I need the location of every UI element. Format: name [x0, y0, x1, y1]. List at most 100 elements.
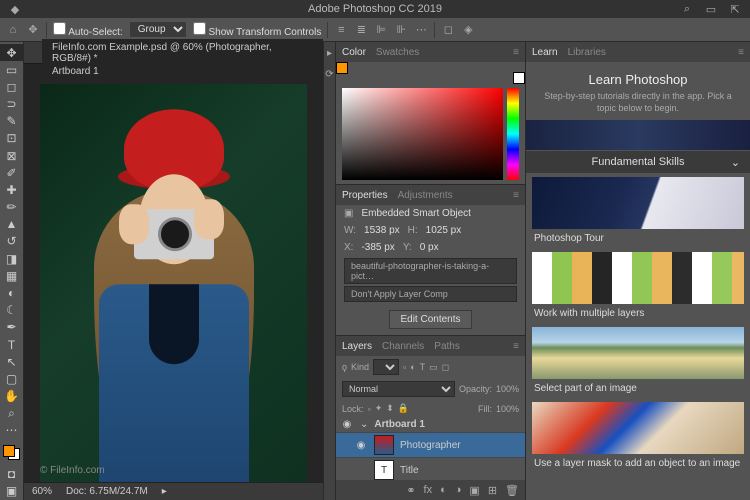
doc-size[interactable]: Doc: 6.75M/24.7M [66, 486, 148, 497]
workspace-icon[interactable]: ▭ [704, 2, 718, 16]
group-icon[interactable]: ▣ [469, 484, 479, 497]
align-icon[interactable]: ≡ [334, 23, 348, 37]
prop-height[interactable]: 1025 px [426, 225, 462, 236]
align-icon[interactable]: ⊫ [374, 23, 388, 37]
adjustment-icon[interactable]: ◑ [455, 484, 462, 496]
tutorial-card[interactable]: Photoshop Tour [532, 177, 744, 248]
filter-icon[interactable]: ◐ [410, 362, 415, 372]
share-icon[interactable]: ⇱ [728, 2, 742, 16]
search-icon[interactable]: ⌕ [680, 2, 694, 16]
frame-tool[interactable]: ⊠ [0, 147, 23, 164]
layer-filter[interactable] [373, 359, 399, 375]
gradient-tool[interactable]: ▦ [0, 267, 23, 284]
filter-icon[interactable]: ▭ [429, 362, 438, 373]
quick-mask[interactable]: ◘ [0, 466, 23, 483]
fill-value[interactable]: 100% [496, 404, 519, 414]
edit-toolbar[interactable]: ⋯ [0, 422, 23, 439]
tutorial-card[interactable]: Select part of an image [532, 327, 744, 398]
prop-y[interactable]: 0 px [420, 242, 439, 253]
crop-tool[interactable]: ⊡ [0, 130, 23, 147]
tab-layers[interactable]: Layers [342, 341, 372, 352]
path-tool[interactable]: ↖ [0, 353, 23, 370]
layer-artboard[interactable]: ◉⌄Artboard 1 [336, 417, 525, 433]
tab-adjustments[interactable]: Adjustments [398, 190, 453, 201]
quick-select-tool[interactable]: ✎ [0, 113, 23, 130]
opacity-value[interactable]: 100% [496, 384, 519, 394]
canvas[interactable]: Artboard 1 © FileInfo.com [24, 64, 323, 482]
panel-menu-icon[interactable]: ≡ [738, 47, 744, 58]
lock-icon[interactable]: 🔒 [398, 403, 409, 414]
3d-icon[interactable]: ◈ [461, 23, 475, 37]
home-icon[interactable]: ⌂ [6, 23, 20, 37]
eyedropper-tool[interactable]: ✐ [0, 164, 23, 181]
eraser-tool[interactable]: ◨ [0, 250, 23, 267]
learn-section[interactable]: Fundamental Skills⌄ [526, 151, 750, 173]
panel-menu-icon[interactable]: ≡ [513, 47, 519, 58]
artboard-label[interactable]: Artboard 1 [52, 66, 99, 77]
fx-icon[interactable]: fx [424, 484, 433, 496]
history-icon[interactable]: ⟳ [325, 69, 333, 80]
history-brush-tool[interactable]: ↺ [0, 233, 23, 250]
pen-tool[interactable]: ✒ [0, 319, 23, 336]
artboard[interactable] [40, 84, 307, 482]
lock-icon[interactable]: ✦ [375, 403, 383, 414]
heal-tool[interactable]: ✚ [0, 181, 23, 198]
filter-icon[interactable]: ▫ [403, 362, 406, 372]
auto-select-checkbox[interactable]: Auto-Select: [53, 22, 123, 38]
filter-icon[interactable]: ◻ [442, 362, 449, 373]
lock-icon[interactable]: ⬍ [386, 403, 394, 414]
panel-menu-icon[interactable]: ≡ [513, 190, 519, 201]
distribute-icon[interactable]: ⊪ [394, 23, 408, 37]
tab-color[interactable]: Color [342, 47, 366, 58]
lock-icon[interactable]: ▫ [368, 404, 371, 414]
color-swatches[interactable] [3, 445, 20, 460]
edit-contents-button[interactable]: Edit Contents [389, 310, 471, 329]
new-layer-icon[interactable]: ⊞ [488, 484, 497, 497]
align-icon[interactable]: ≣ [354, 23, 368, 37]
prop-x[interactable]: -385 px [361, 242, 394, 253]
mask-icon[interactable]: ◐ [440, 484, 447, 496]
auto-select-dropdown[interactable]: Group [129, 21, 187, 38]
filter-icon[interactable]: T [420, 362, 426, 372]
status-chevron[interactable]: ▸ [162, 486, 167, 497]
show-transform-checkbox[interactable]: Show Transform Controls [193, 22, 322, 38]
dodge-tool[interactable]: ☾ [0, 302, 23, 319]
blur-tool[interactable]: ◐ [0, 284, 23, 301]
move-tool[interactable]: ✥ [0, 44, 23, 61]
prop-width[interactable]: 1538 px [364, 225, 400, 236]
screen-mode[interactable]: ▣ [0, 483, 23, 500]
distribute-icon[interactable]: ⋯ [414, 23, 428, 37]
stamp-tool[interactable]: ▲ [0, 216, 23, 233]
learn-heading: Learn Photoshop [536, 72, 740, 87]
tab-libraries[interactable]: Libraries [568, 47, 606, 58]
brush-tool[interactable]: ✏ [0, 199, 23, 216]
tab-paths[interactable]: Paths [434, 341, 460, 352]
artboard-tool[interactable]: ▭ [0, 61, 23, 78]
color-picker[interactable] [336, 84, 525, 184]
tab-channels[interactable]: Channels [382, 341, 424, 352]
document-tab[interactable]: FileInfo.com Example.psd @ 60% (Photogra… [42, 39, 323, 67]
tab-learn[interactable]: Learn [532, 47, 558, 58]
marquee-tool[interactable]: ◻ [0, 78, 23, 95]
tab-swatches[interactable]: Swatches [376, 47, 419, 58]
hand-tool[interactable]: ✋ [0, 387, 23, 404]
panel-menu-icon[interactable]: ≡ [513, 341, 519, 352]
tab-properties[interactable]: Properties [342, 190, 388, 201]
tutorial-card[interactable]: Work with multiple layers [532, 252, 744, 323]
layer-comp-select[interactable]: Don't Apply Layer Comp [344, 286, 517, 302]
blend-mode[interactable]: Normal [342, 381, 455, 397]
layer-item[interactable]: ◉Photographer [336, 433, 525, 458]
visibility-icon[interactable]: ◉ [340, 419, 354, 430]
visibility-icon[interactable]: ◉ [354, 440, 368, 451]
zoom-level[interactable]: 60% [32, 486, 52, 497]
shape-tool[interactable]: ▢ [0, 370, 23, 387]
layer-item[interactable]: TTitle [336, 458, 525, 480]
lasso-tool[interactable]: ⊃ [0, 96, 23, 113]
link-icon[interactable]: ⚭ [406, 484, 415, 497]
3d-icon[interactable]: ◻ [441, 23, 455, 37]
type-tool[interactable]: T [0, 336, 23, 353]
delete-icon[interactable]: 🗑 [505, 484, 519, 497]
panel-icon[interactable]: ▸ [327, 48, 332, 59]
tutorial-card[interactable]: Use a layer mask to add an object to an … [532, 402, 744, 473]
zoom-tool[interactable]: ⌕ [0, 405, 23, 422]
